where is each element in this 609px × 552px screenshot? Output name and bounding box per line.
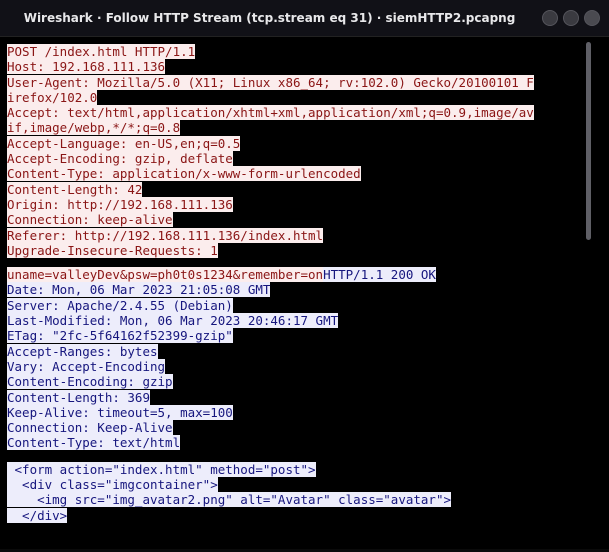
stream-gap (7, 258, 579, 267)
close-icon (585, 11, 599, 25)
stream-text: POST /index.html HTTP/1.1 Host: 192.168.… (7, 44, 579, 523)
request-line: Host: 192.168.111.136 (7, 59, 166, 75)
request-line: Content-Type: application/x-www-form-url… (7, 166, 361, 182)
response-body-line: <form action="index.html" method="post"> (7, 461, 316, 477)
request-line: irefox/102.0 (7, 89, 98, 105)
request-line: Accept: text/html,application/xhtml+xml,… (7, 105, 534, 121)
request-line: Accept-Language: en-US,en;q=0.5 (7, 135, 241, 151)
response-line: Connection: Keep-Alive (7, 420, 173, 436)
response-line: Content-Encoding: gzip (7, 374, 173, 390)
scrollbar-thumb[interactable] (586, 42, 591, 240)
response-body-line: <img src="img_avatar2.png" alt="Avatar" … (7, 492, 452, 508)
response-line: Last-Modified: Mon, 06 Mar 2023 20:46:17… (7, 313, 339, 329)
request-line: Origin: http://192.168.111.136 (7, 196, 233, 212)
maximize-icon (564, 11, 578, 25)
request-line: if,image/webp,*/*;q=0.8 (7, 120, 181, 136)
response-line: Content-Type: text/html (7, 435, 181, 451)
response-line: ETag: "2fc-5f64162f52399-gzip" (7, 328, 233, 344)
request-line: Accept-Encoding: gzip, deflate (7, 151, 233, 167)
request-line: Content-Length: 42 (7, 181, 143, 197)
request-line: POST /index.html HTTP/1.1 (7, 44, 196, 59)
response-body-line: </div> (7, 507, 68, 523)
response-line: Server: Apache/2.4.55 (Debian) (7, 297, 233, 313)
request-line: User-Agent: Mozilla/5.0 (X11; Linux x86_… (7, 74, 534, 90)
close-button[interactable] (584, 10, 600, 26)
minimize-button[interactable] (542, 10, 558, 26)
maximize-button[interactable] (563, 10, 579, 26)
response-line: Date: Mon, 06 Mar 2023 21:05:08 GMT (7, 282, 271, 298)
stream-gap (7, 451, 579, 462)
title-bar: Wireshark · Follow HTTP Stream (tcp.stre… (0, 0, 609, 37)
response-line: Accept-Ranges: bytes (7, 343, 158, 359)
response-line: Keep-Alive: timeout=5, max=100 (7, 404, 233, 420)
minimize-icon (543, 11, 557, 25)
window-title: Wireshark · Follow HTTP Stream (tcp.stre… (23, 11, 516, 25)
request-body: uname=valleyDev&psw=ph0t0s1234&remember=… (7, 267, 324, 283)
response-body-line: <div class="imgcontainer"> (7, 477, 218, 493)
response-status-line: HTTP/1.1 200 OK (323, 267, 436, 283)
response-line: Vary: Accept-Encoding (7, 358, 166, 374)
request-line: Connection: keep-alive (7, 212, 173, 228)
stream-view[interactable]: POST /index.html HTTP/1.1 Host: 192.168.… (0, 37, 609, 549)
request-line: Referer: http://192.168.111.136/index.ht… (7, 227, 324, 243)
response-line: Content-Length: 369 (7, 389, 150, 405)
vertical-scrollbar[interactable] (586, 42, 592, 547)
request-line: Upgrade-Insecure-Requests: 1 (7, 242, 218, 258)
